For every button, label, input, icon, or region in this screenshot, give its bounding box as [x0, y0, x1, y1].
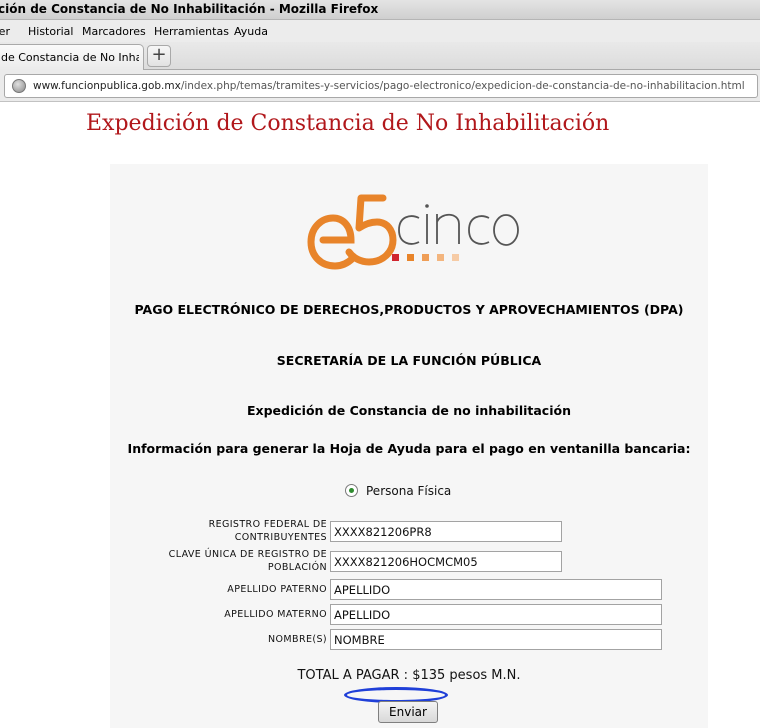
rfc-input[interactable]: XXXX821206PR8 [330, 521, 562, 542]
curp-label-line2: POBLACIÓN [267, 562, 327, 573]
curp-label: CLAVE ÚNICA DE REGISTRO DE POBLACIÓN [107, 548, 327, 574]
url-host: www.funcionpublica.gob.mx [33, 80, 181, 92]
menu-historial[interactable]: Historial [28, 25, 73, 38]
dpa-heading: PAGO ELECTRÓNICO DE DERECHOS,PRODUCTOS Y… [134, 302, 684, 317]
rfc-label: REGISTRO FEDERAL DE CONTRIBUYENTES [107, 518, 327, 544]
curp-label-line1: CLAVE ÚNICA DE REGISTRO DE [168, 549, 327, 560]
apellido-materno-input[interactable]: APELLIDO [330, 604, 662, 625]
window-titlebar: ción de Constancia de No Inhabilitación … [0, 0, 760, 20]
new-tab-button[interactable]: + [147, 45, 171, 67]
globe-icon [12, 79, 26, 93]
tramite-heading: Expedición de Constancia de no inhabilit… [247, 403, 571, 418]
url-text: www.funcionpublica.gob.mx/index.php/tema… [33, 80, 753, 92]
window-title: ción de Constancia de No Inhabilitación … [0, 2, 379, 16]
menu-ver[interactable]: Ver [0, 25, 10, 38]
tab-label: de Constancia de No Inhabi... [1, 51, 139, 64]
menubar: Ver Historial Marcadores Herramientas Ay… [0, 20, 760, 42]
radio-selected-icon[interactable] [345, 484, 358, 497]
radio-dot [349, 488, 354, 493]
curp-input[interactable]: XXXX821206HOCMCM05 [330, 551, 562, 572]
rfc-label-line2: CONTRIBUYENTES [234, 532, 327, 543]
apellido-materno-label: APELLIDO MATERNO [224, 609, 327, 620]
total-amount: TOTAL A PAGAR : $135 pesos M.N. [297, 668, 521, 683]
menu-marcadores[interactable]: Marcadores [82, 25, 146, 38]
tab-active[interactable]: de Constancia de No Inhabi... [0, 44, 144, 70]
apellido-paterno-input[interactable]: APELLIDO [330, 579, 662, 600]
page-title: Expedición de Constancia de No Inhabilit… [86, 111, 610, 136]
nombre-label: NOMBRE(S) [268, 634, 327, 645]
rfc-label-line1: REGISTRO FEDERAL DE [208, 519, 327, 530]
instructions-heading: Información para generar la Hoja de Ayud… [127, 441, 691, 456]
tab-strip: de Constancia de No Inhabi... + [0, 42, 760, 70]
apellido-paterno-label: APELLIDO PATERNO [227, 584, 327, 595]
menu-ayuda[interactable]: Ayuda [234, 25, 268, 38]
navigation-bar: www.funcionpublica.gob.mx/index.php/tema… [0, 70, 760, 102]
url-bar[interactable]: www.funcionpublica.gob.mx/index.php/tema… [4, 74, 758, 98]
secretaria-heading: SECRETARÍA DE LA FUNCIÓN PÚBLICA [276, 353, 542, 368]
e5cinco-logo [307, 194, 519, 270]
enviar-button[interactable]: Enviar [378, 701, 438, 723]
nombre-input[interactable]: NOMBRE [330, 629, 662, 650]
url-path: /index.php/temas/tramites-y-servicios/pa… [180, 80, 745, 92]
persona-fisica-label: Persona Física [366, 484, 452, 498]
menu-herramientas[interactable]: Herramientas [154, 25, 229, 38]
